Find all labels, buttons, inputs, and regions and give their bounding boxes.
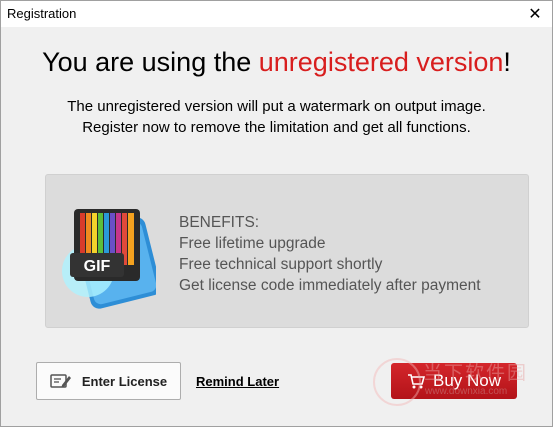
buy-now-label: Buy Now: [432, 371, 502, 390]
cart-icon: [407, 374, 425, 389]
title-bar: Registration ✕: [1, 1, 552, 27]
gif-icon-label: GIF: [84, 258, 111, 275]
window-title: Registration: [7, 6, 77, 21]
buy-now-button[interactable]: Buy Now: [391, 363, 517, 399]
subtext-line-1: The unregistered version will put a wate…: [67, 98, 486, 115]
headline-highlight: unregistered version: [258, 47, 504, 77]
benefit-item: Get license code immediately after payme…: [179, 277, 481, 294]
edit-license-icon: [50, 374, 71, 388]
remind-later-link[interactable]: Remind Later: [196, 374, 279, 389]
headline-prefix: You are using the: [42, 47, 259, 77]
headline-suffix: !: [503, 47, 511, 77]
gif-app-icon: GIF: [62, 209, 156, 309]
subtext: The unregistered version will put a wate…: [1, 96, 552, 138]
benefits-panel: GIF BENEFITS: Free lifetime upgrade Free…: [45, 174, 529, 328]
registration-dialog: Registration ✕ You are using the unregis…: [0, 0, 553, 427]
close-button[interactable]: ✕: [524, 3, 546, 25]
subtext-line-2: Register now to remove the limitation an…: [82, 119, 471, 136]
enter-license-label: Enter License: [81, 373, 168, 389]
benefit-item: Free technical support shortly: [179, 256, 383, 273]
benefits-heading: BENEFITS:: [179, 214, 260, 231]
benefit-item: Free lifetime upgrade: [179, 235, 326, 252]
benefits-list: BENEFITS: Free lifetime upgrade Free tec…: [179, 212, 481, 296]
headline: You are using the unregistered version!: [1, 47, 552, 78]
enter-license-button[interactable]: Enter License: [36, 362, 181, 400]
